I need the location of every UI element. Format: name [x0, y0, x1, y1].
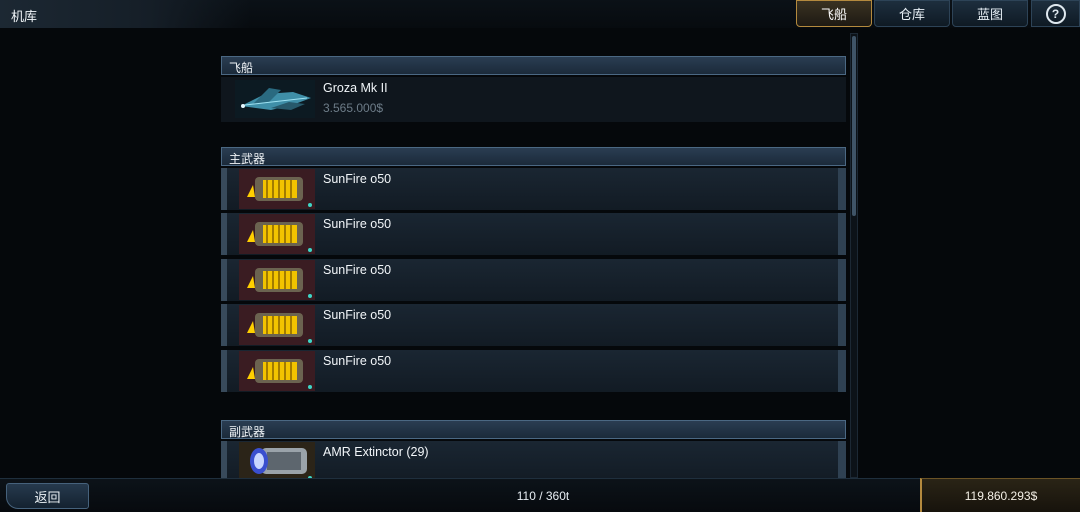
tab-storage[interactable]: 仓库 [874, 0, 950, 27]
weapon-icon [239, 214, 315, 254]
item-name: SunFire o50 [323, 354, 392, 368]
weapon-icon [239, 305, 315, 345]
ship-row[interactable]: Groza Mk II 3.565.000$ [221, 77, 846, 122]
credits-display: 119.860.293$ [920, 478, 1080, 512]
item-name: SunFire o50 [323, 217, 392, 231]
weapon-icon [239, 169, 315, 209]
weapon-icon [239, 351, 315, 391]
title-plate: 机库 [0, 0, 250, 28]
secondary-weapon-slot[interactable]: AMR Extinctor (29) [221, 441, 846, 478]
slot-indicator [308, 203, 312, 207]
ship-price: 3.565.000$ [323, 101, 384, 115]
section-title: 副武器 [229, 425, 266, 439]
ship-thumbnail [235, 80, 315, 118]
item-name: SunFire o50 [323, 308, 392, 322]
primary-weapon-slot[interactable]: SunFire o50 [221, 168, 846, 210]
primary-weapon-slot[interactable]: SunFire o50 [221, 213, 846, 255]
tab-blueprints[interactable]: 蓝图 [952, 0, 1028, 27]
slot-indicator [308, 385, 312, 389]
primary-weapon-slot[interactable]: SunFire o50 [221, 259, 846, 301]
section-title: 主武器 [229, 152, 266, 166]
weapon-icon [239, 260, 315, 300]
primary-weapon-slot[interactable]: SunFire o50 [221, 304, 846, 346]
slot-indicator [308, 294, 312, 298]
tab-ships[interactable]: 飞船 [796, 0, 872, 27]
missile-launcher-icon [239, 442, 315, 478]
item-name: SunFire o50 [323, 172, 392, 186]
ship-name: Groza Mk II [323, 81, 388, 95]
back-button[interactable]: 返回 [6, 483, 89, 509]
screen-title: 机库 [11, 9, 38, 24]
hangar-list[interactable]: 飞船 Groza Mk II 3.565.000$ 主武器 SunFire o5… [221, 28, 846, 478]
slot-indicator [308, 248, 312, 252]
scrollbar-thumb[interactable] [852, 36, 856, 216]
question-mark-icon: ? [1045, 3, 1066, 24]
item-name: SunFire o50 [323, 263, 392, 277]
section-header-ship: 飞船 [221, 56, 846, 75]
item-name: AMR Extinctor (29) [323, 445, 429, 459]
section-header-secondary-weapons: 副武器 [221, 420, 846, 439]
list-scrollbar[interactable] [850, 33, 858, 478]
slot-indicator [308, 339, 312, 343]
section-title: 飞船 [229, 61, 254, 75]
primary-weapon-slot[interactable]: SunFire o50 [221, 350, 846, 392]
cargo-capacity: 110 / 360t [516, 489, 570, 503]
section-header-primary-weapons: 主武器 [221, 147, 846, 166]
help-button[interactable]: ? [1031, 0, 1080, 27]
